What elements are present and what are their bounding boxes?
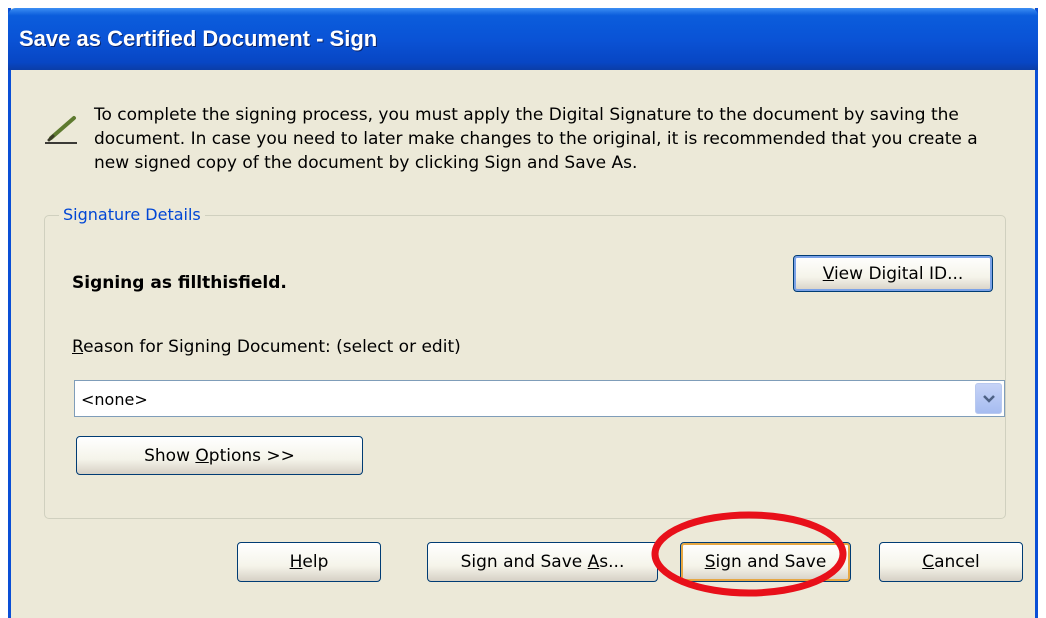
reason-label: Reason for Signing Document: (select or … [72,337,461,357]
pencil-icon [45,116,77,144]
title-bar[interactable]: Save as Certified Document - Sign [8,8,1038,70]
mnemonic: S [704,552,716,572]
button-label: elp [302,552,329,572]
dialog-window: Save as Certified Document - Sign To com… [8,8,1038,618]
button-label-start: Show [144,445,196,466]
reason-combobox[interactable]: <none> [74,380,1005,417]
signing-as-label: Signing as fillthisfield. [72,273,287,293]
mnemonic: O [195,445,209,466]
button-label: s... [599,552,625,572]
sign-and-save-button[interactable]: Sign and Save [680,542,851,582]
group-legend: Signature Details [59,205,205,224]
show-options-button[interactable]: Show Options >> [76,436,363,475]
sign-and-save-as-button[interactable]: Sign and Save As... [427,542,658,582]
button-label: iew Digital ID... [833,263,964,284]
button-label: ancel [934,552,980,572]
button-label: ign and Save [715,552,827,572]
reason-value[interactable]: <none> [81,390,148,409]
mnemonic: A [587,552,600,572]
mnemonic: R [72,337,84,357]
dropdown-button[interactable] [975,383,1002,414]
cancel-button[interactable]: Cancel [879,542,1023,582]
window-title: Save as Certified Document - Sign [19,26,378,51]
chevron-down-icon [983,395,995,403]
label-text: eason for Signing Document: (select or e… [83,337,461,357]
button-label-start: Sign and Save [460,552,588,572]
mnemonic: V [822,263,834,284]
intro-text: To complete the signing process, you mus… [94,105,978,173]
mnemonic: C [922,552,935,572]
button-label: ptions >> [208,445,295,466]
view-digital-id-button[interactable]: View Digital ID... [793,255,993,292]
mnemonic: H [289,552,303,572]
help-button[interactable]: Help [237,542,381,582]
